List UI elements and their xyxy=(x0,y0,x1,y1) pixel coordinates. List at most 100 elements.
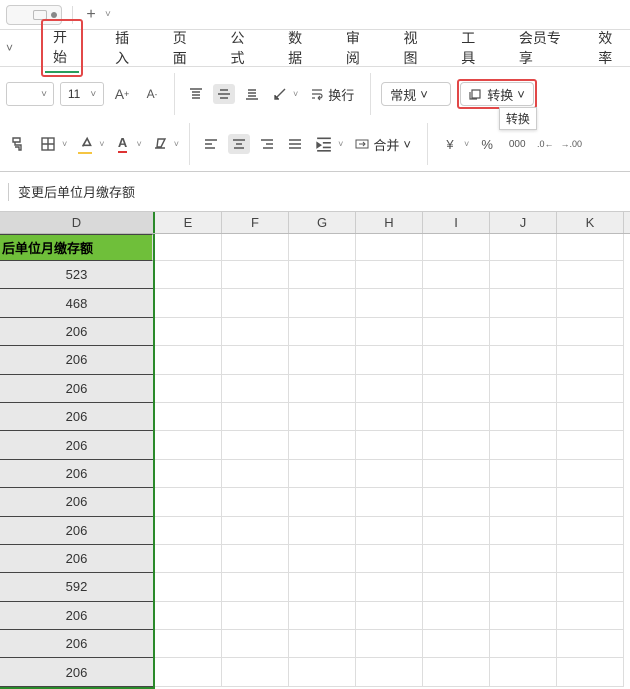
justify-icon[interactable] xyxy=(284,134,306,154)
align-bottom-icon[interactable] xyxy=(241,84,263,104)
grid-cell[interactable] xyxy=(155,460,222,488)
table-cell[interactable]: 206 xyxy=(0,403,153,431)
grid-cell[interactable] xyxy=(490,630,557,658)
grid-cell[interactable] xyxy=(490,346,557,374)
grid-cell[interactable] xyxy=(490,234,557,261)
grid-cell[interactable] xyxy=(557,602,624,630)
table-cell[interactable]: 206 xyxy=(0,630,153,658)
grid-cell[interactable] xyxy=(222,460,289,488)
table-cell[interactable]: 206 xyxy=(0,545,153,573)
grid-cell[interactable] xyxy=(222,261,289,289)
grid-body[interactable] xyxy=(155,234,630,689)
grid-cell[interactable] xyxy=(289,460,356,488)
font-color-dropdown-icon[interactable]: ˅ xyxy=(137,139,142,149)
grid-cell[interactable] xyxy=(155,318,222,346)
menu-efficiency[interactable]: 效率 xyxy=(594,22,624,74)
grid-cell[interactable] xyxy=(222,234,289,261)
grid-cell[interactable] xyxy=(356,517,423,545)
grid-cell[interactable] xyxy=(356,431,423,459)
grid-cell[interactable] xyxy=(356,488,423,516)
grid-cell[interactable] xyxy=(557,403,624,431)
increase-decimal-icon[interactable]: →.00 xyxy=(561,133,581,155)
grid-cell[interactable] xyxy=(289,602,356,630)
grid-cell[interactable] xyxy=(557,460,624,488)
grid-cell[interactable] xyxy=(222,658,289,686)
grid-cell[interactable] xyxy=(289,545,356,573)
grid-cell[interactable] xyxy=(490,261,557,289)
grid-cell[interactable] xyxy=(490,431,557,459)
grid-cell[interactable] xyxy=(222,573,289,601)
grid-cell[interactable] xyxy=(222,318,289,346)
grid-cell[interactable] xyxy=(289,488,356,516)
menu-view[interactable]: 视图 xyxy=(400,22,430,74)
currency-dropdown-icon[interactable]: ˅ xyxy=(464,139,469,149)
grid-cell[interactable] xyxy=(289,346,356,374)
grid-cell[interactable] xyxy=(423,602,490,630)
grid-cell[interactable] xyxy=(289,375,356,403)
grid-cell[interactable] xyxy=(289,573,356,601)
grid-cell[interactable] xyxy=(289,261,356,289)
grid-cell[interactable] xyxy=(490,403,557,431)
col-header-G[interactable]: G xyxy=(289,212,356,233)
grid-cell[interactable] xyxy=(356,545,423,573)
grid-cell[interactable] xyxy=(423,460,490,488)
grid-cell[interactable] xyxy=(155,488,222,516)
grid-cell[interactable] xyxy=(155,261,222,289)
grid-cell[interactable] xyxy=(222,403,289,431)
table-cell[interactable]: 206 xyxy=(0,318,153,346)
grid-cell[interactable] xyxy=(155,658,222,686)
grid-cell[interactable] xyxy=(490,602,557,630)
grid-cell[interactable] xyxy=(222,375,289,403)
align-center-icon[interactable] xyxy=(228,134,250,154)
grid-cell[interactable] xyxy=(356,630,423,658)
column-D-selection[interactable]: 后单位月缴存额 52346820620620620620620620620620… xyxy=(0,234,155,689)
table-cell[interactable]: 206 xyxy=(0,517,153,545)
grid-cell[interactable] xyxy=(423,658,490,686)
font-name-select[interactable]: ˅ xyxy=(6,82,54,106)
grid-cell[interactable] xyxy=(155,517,222,545)
grid-cell[interactable] xyxy=(155,234,222,261)
grid-cell[interactable] xyxy=(490,517,557,545)
table-cell[interactable]: 206 xyxy=(0,602,153,630)
currency-button[interactable]: ¥ xyxy=(438,133,462,155)
indent-decrease-icon[interactable] xyxy=(312,133,336,155)
grid-cell[interactable] xyxy=(155,573,222,601)
grid-cell[interactable] xyxy=(557,261,624,289)
table-cell[interactable]: 206 xyxy=(0,460,153,488)
table-cell[interactable]: 206 xyxy=(0,488,153,516)
grid-cell[interactable] xyxy=(490,375,557,403)
grid-cell[interactable] xyxy=(423,630,490,658)
grid-cell[interactable] xyxy=(356,573,423,601)
grid-cell[interactable] xyxy=(155,289,222,317)
font-size-select[interactable]: 11˅ xyxy=(60,82,104,106)
grid-cell[interactable] xyxy=(557,289,624,317)
grid-cell[interactable] xyxy=(423,234,490,261)
new-tab-button[interactable]: + xyxy=(83,7,99,23)
grid-cell[interactable] xyxy=(490,658,557,686)
grid-cell[interactable] xyxy=(557,488,624,516)
align-left-icon[interactable] xyxy=(200,134,222,154)
grid-cell[interactable] xyxy=(557,630,624,658)
grid-cell[interactable] xyxy=(289,431,356,459)
align-right-icon[interactable] xyxy=(256,134,278,154)
grid-cell[interactable] xyxy=(155,346,222,374)
grid-cell[interactable] xyxy=(356,658,423,686)
col-header-J[interactable]: J xyxy=(490,212,557,233)
grid-cell[interactable] xyxy=(490,289,557,317)
convert-button[interactable]: 转换 ˅ xyxy=(460,82,534,106)
grid-cell[interactable] xyxy=(490,488,557,516)
thousands-button[interactable]: 000 xyxy=(505,133,529,155)
grid-cell[interactable] xyxy=(423,431,490,459)
orientation-dropdown-icon[interactable]: ˅ xyxy=(293,89,298,99)
grid-cell[interactable] xyxy=(557,658,624,686)
grid-cell[interactable] xyxy=(423,261,490,289)
grid-cell[interactable] xyxy=(557,545,624,573)
border-icon[interactable] xyxy=(36,133,60,155)
grid-cell[interactable] xyxy=(289,289,356,317)
menu-insert[interactable]: 插入 xyxy=(111,22,141,74)
grid-cell[interactable] xyxy=(222,346,289,374)
increase-font-icon[interactable]: A+ xyxy=(110,83,134,105)
grid-cell[interactable] xyxy=(557,431,624,459)
menu-data[interactable]: 数据 xyxy=(284,22,314,74)
menu-tools[interactable]: 工具 xyxy=(457,22,487,74)
